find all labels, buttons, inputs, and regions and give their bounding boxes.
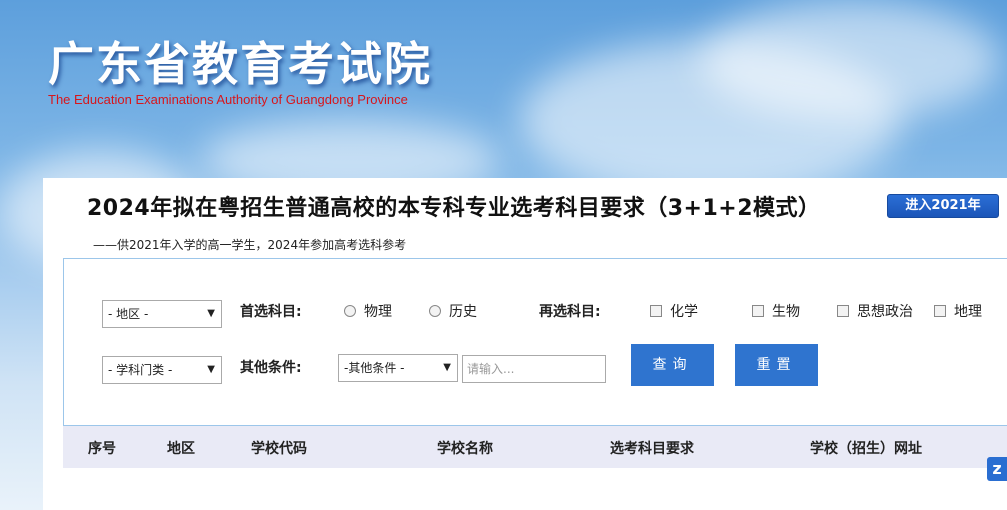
column-header-index: 序号: [88, 441, 116, 457]
column-header-school-name: 学校名称: [437, 441, 493, 457]
other-condition-label: 其他条件:: [240, 360, 302, 376]
switch-year-button[interactable]: 进入2021年: [887, 194, 999, 218]
checkbox-politics-label: 思想政治: [857, 304, 913, 320]
region-select[interactable]: - 地区 - ▼: [102, 300, 222, 328]
category-select-value: - 学科门类 -: [108, 363, 173, 377]
main-panel: 2024年拟在粤招生普通高校的本专科专业选考科目要求（3+1+2模式） 进入20…: [43, 178, 1007, 510]
side-float-icon[interactable]: z: [987, 457, 1007, 481]
radio-physics-label: 物理: [364, 304, 392, 320]
region-select-value: - 地区 -: [108, 307, 149, 321]
dropdown-arrow-icon: ▼: [207, 364, 215, 375]
reselect-subject-label: 再选科目:: [539, 304, 601, 320]
checkbox-geography-label: 地理: [954, 304, 982, 320]
search-input[interactable]: 请输入...: [462, 355, 606, 383]
search-input-placeholder: 请输入...: [467, 362, 515, 376]
checkbox-chemistry-label: 化学: [670, 304, 698, 320]
checkbox-icon[interactable]: [934, 305, 946, 317]
radio-history[interactable]: 历史: [429, 301, 477, 321]
checkbox-biology[interactable]: 生物: [752, 301, 800, 321]
radio-history-label: 历史: [449, 304, 477, 320]
column-header-subject-req: 选考科目要求: [610, 441, 694, 457]
dropdown-arrow-icon: ▼: [443, 362, 451, 373]
site-subtitle: The Education Examinations Authority of …: [48, 92, 408, 107]
checkbox-chemistry[interactable]: 化学: [650, 301, 698, 321]
reset-button[interactable]: 重置: [735, 344, 818, 386]
page-title: 2024年拟在粤招生普通高校的本专科专业选考科目要求（3+1+2模式）: [87, 196, 821, 221]
radio-physics[interactable]: 物理: [344, 301, 392, 321]
checkbox-geography[interactable]: 地理: [934, 301, 982, 321]
other-condition-select-value: -其他条件 -: [344, 361, 405, 375]
column-header-region: 地区: [167, 441, 195, 457]
checkbox-politics[interactable]: 思想政治: [837, 301, 913, 321]
other-condition-select[interactable]: -其他条件 - ▼: [338, 354, 458, 382]
radio-icon[interactable]: [429, 305, 441, 317]
checkbox-biology-label: 生物: [772, 304, 800, 320]
checkbox-icon[interactable]: [752, 305, 764, 317]
site-title: 广东省教育考试院: [48, 37, 432, 91]
dropdown-arrow-icon: ▼: [207, 308, 215, 319]
column-header-website: 学校（招生）网址: [810, 441, 922, 457]
category-select[interactable]: - 学科门类 - ▼: [102, 356, 222, 384]
page-note: ——供2021年入学的高一学生，2024年参加高考选科参考: [93, 238, 407, 252]
primary-subject-label: 首选科目:: [240, 304, 302, 320]
filter-box: - 地区 - ▼ 首选科目: 物理 历史 再选科目: 化学 生物 思想政治 地理: [63, 258, 1007, 426]
radio-icon[interactable]: [344, 305, 356, 317]
checkbox-icon[interactable]: [650, 305, 662, 317]
table-header: 序号 地区 学校代码 学校名称 选考科目要求 学校（招生）网址: [63, 426, 1007, 468]
query-button[interactable]: 查询: [631, 344, 714, 386]
checkbox-icon[interactable]: [837, 305, 849, 317]
column-header-school-code: 学校代码: [251, 441, 307, 457]
background-cloud: [700, 0, 1000, 120]
